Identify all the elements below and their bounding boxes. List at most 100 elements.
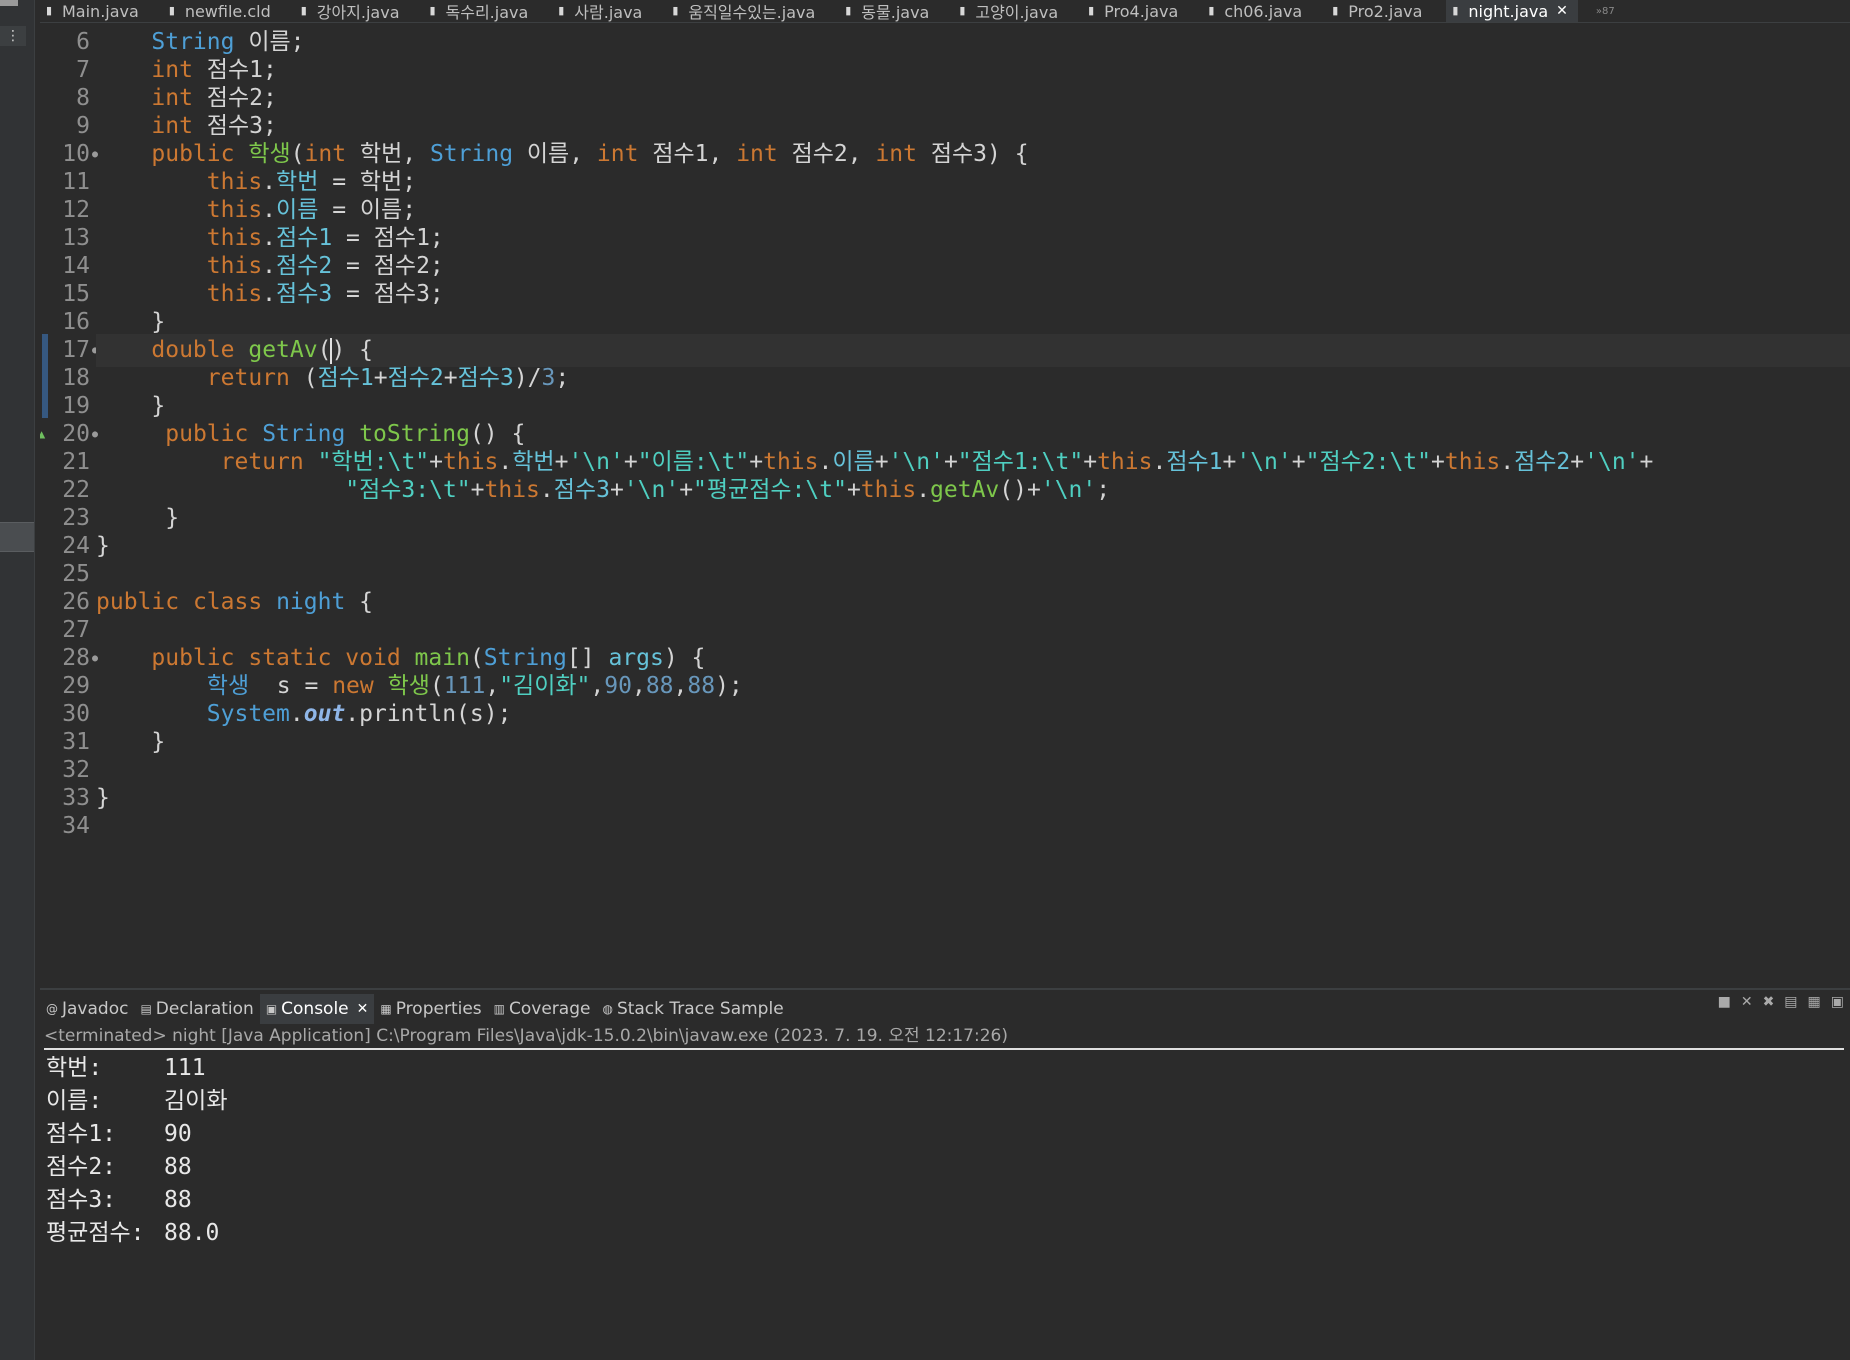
code-token: . [539, 477, 554, 503]
pin-console-icon[interactable]: ▦ [1808, 994, 1821, 1010]
editor-tab[interactable]: ▮ 독수리.java [424, 0, 539, 22]
code-token: . [262, 225, 277, 251]
view-tab-declaration[interactable]: ▤ Declaration [134, 994, 259, 1024]
code-token: )/ [513, 365, 542, 391]
code-token: , [631, 673, 646, 699]
console-status-line: <terminated> night [Java Application] C:… [44, 1024, 1844, 1050]
code-token: '\n' [1584, 449, 1640, 475]
code-token: 88 [687, 673, 716, 699]
code-token: ()+ [999, 477, 1041, 503]
code-area[interactable]: String 이름; int 점수1; int 점수2; int 점수3; pu… [96, 26, 1850, 981]
close-tab-icon[interactable]: ✕ [1556, 3, 1568, 19]
view-tab-console[interactable]: ▣ Console ✕ [259, 994, 375, 1024]
line-number-text: 21 [62, 449, 90, 475]
code-token: return [206, 365, 290, 391]
code-token: this [206, 197, 263, 223]
code-token: 점수3 [553, 477, 610, 503]
code-token: this [763, 449, 819, 475]
view-tab-label: Properties [395, 999, 482, 1019]
view-menu-icon[interactable]: ⋮ [0, 26, 26, 46]
code-token: System [206, 701, 290, 727]
view-tab-stack-trace-sample[interactable]: ◍ Stack Trace Sample [596, 994, 789, 1024]
code-token: getAv [930, 477, 1000, 503]
code-token: 학생 [248, 141, 291, 167]
editor-tab[interactable]: ▮ Main.java [40, 0, 149, 22]
code-token: + [749, 449, 764, 475]
view-tab-icon: ▣ [265, 1002, 278, 1016]
close-view-icon[interactable]: ✕ [357, 1001, 369, 1017]
view-tab-icon: ▥ [493, 1002, 505, 1016]
code-token: } [96, 785, 110, 811]
code-token: + [846, 477, 861, 503]
view-tab-bar: @ Javadoc ▤ Declaration ▣ Console ✕ ▦ Properties… [40, 988, 1850, 1024]
view-tab-label: Console [281, 999, 349, 1019]
line-number-text: 25 [62, 561, 90, 587]
line-number-text: 19 [62, 393, 90, 419]
view-tab-properties[interactable]: ▦ Properties [374, 994, 487, 1024]
line-number-text: 11 [62, 169, 90, 195]
tab-overflow-indicator[interactable]: »87 [1596, 6, 1615, 17]
code-token: 점수1, [638, 141, 737, 167]
console-value: 88 [164, 1154, 192, 1180]
code-token: 점수2 [1514, 449, 1571, 475]
code-token: . [262, 197, 277, 223]
stop-icon[interactable]: ■ [1718, 994, 1731, 1010]
code-line[interactable] [96, 810, 1850, 843]
scroll-lock-icon[interactable]: ▤ [1784, 994, 1797, 1010]
code-token: int [304, 141, 347, 167]
line-number-text: 13 [62, 225, 90, 251]
java-file-icon: ▮ [46, 4, 53, 17]
code-token: ); [715, 673, 743, 699]
code-token: int [151, 85, 193, 111]
editor-tab[interactable]: ▮ 동물.java [839, 0, 939, 22]
editor-tab-label: 독수리.java [445, 3, 529, 22]
code-token: String [429, 141, 514, 167]
editor-tab-label: 동물.java [861, 3, 930, 22]
code-token: 이름, [513, 141, 597, 167]
editor-tab[interactable]: ▮ 움직일수있는.java [666, 0, 825, 22]
line-number-text: 15 [62, 281, 90, 307]
java-file-icon: ▮ [959, 4, 966, 17]
code-token: 점수1 [276, 225, 333, 251]
editor-tab[interactable]: ▮ Pro4.java [1082, 0, 1188, 22]
editor-tab[interactable]: ▮ 고양이.java [953, 0, 1068, 22]
editor-tab[interactable]: ▮ newfile.cld [163, 0, 281, 22]
code-token: 3 [541, 365, 556, 391]
code-token: 점수2 [276, 253, 333, 279]
code-token: "평균점수:\t" [693, 477, 847, 503]
view-tab-coverage[interactable]: ▥ Coverage [488, 994, 597, 1024]
java-file-icon: ▮ [1332, 4, 1339, 17]
code-token: + [1431, 449, 1445, 475]
editor-tab-label: Pro2.java [1348, 1, 1423, 21]
editor-tab[interactable]: ▮ night.java ✕ [1446, 0, 1578, 22]
code-token: this [484, 477, 540, 503]
java-file-icon: ▮ [1452, 4, 1459, 17]
display-console-icon[interactable]: ▣ [1831, 994, 1844, 1010]
code-token: getAv [248, 337, 318, 363]
code-editor[interactable]: 6 7 8 9 10 ● 11 12 13 14 15 16 17 ● 18 19 20 ● ▲ 21 22 23 24 25… [40, 26, 1850, 981]
remove-all-icon[interactable]: ✖ [1763, 994, 1775, 1010]
editor-tab[interactable]: ▮ Pro2.java [1326, 0, 1432, 22]
editor-tab[interactable]: ▮ 강아지.java [295, 0, 410, 22]
code-token: + [1639, 449, 1654, 475]
line-number-gutter: 6 7 8 9 10 ● 11 12 13 14 15 16 17 ● 18 19 20 ● ▲ 21 22 23 24 25… [40, 26, 98, 981]
editor-tab-label: ch06.java [1224, 1, 1303, 21]
line-number-text: 33 [62, 785, 90, 811]
editor-tab[interactable]: ▮ 사람.java [552, 0, 652, 22]
console-key: 점수2: [46, 1154, 117, 1180]
editor-tab-label: night.java [1468, 1, 1549, 21]
remove-launch-icon[interactable]: ✕ [1741, 994, 1753, 1010]
editor-tab[interactable]: ▮ ch06.java [1202, 0, 1312, 22]
view-tab-javadoc[interactable]: @ Javadoc [40, 994, 134, 1024]
console-output[interactable]: 학번: 111 이름: 김이화 점수1: 90 점수2: 88 점수3: 88 평균점수: 88.0 [40, 1052, 1850, 1352]
java-file-icon: ▮ [1088, 4, 1095, 17]
trim-selection[interactable] [0, 522, 34, 552]
